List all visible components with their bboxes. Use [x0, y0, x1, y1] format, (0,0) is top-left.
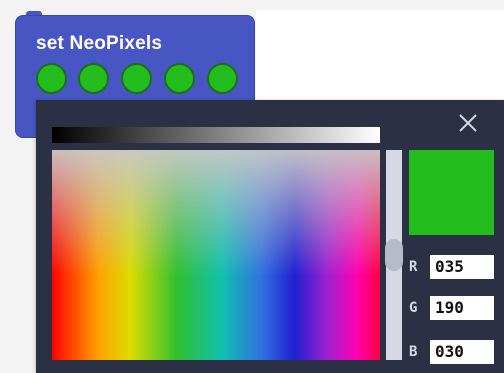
neopixel-swatch-5[interactable]	[207, 63, 238, 94]
blue-label: B	[409, 344, 418, 360]
blue-input[interactable]: 030	[430, 340, 494, 364]
color-spectrum-field[interactable]	[52, 150, 380, 360]
grayscale-strip[interactable]	[52, 127, 380, 143]
color-picker-panel: R 035 G 190 B 030	[36, 100, 504, 373]
brightness-slider-thumb[interactable]	[385, 239, 403, 271]
neopixel-swatch-4[interactable]	[164, 63, 195, 94]
block-title: set NeoPixels	[36, 33, 163, 54]
red-input[interactable]: 035	[430, 255, 494, 279]
neopixel-swatch-2[interactable]	[78, 63, 109, 94]
green-label: G	[409, 300, 418, 316]
red-label: R	[409, 259, 418, 275]
neopixel-swatch-1[interactable]	[36, 63, 67, 94]
close-icon	[459, 114, 477, 132]
close-button[interactable]	[455, 110, 481, 136]
neopixel-swatch-3[interactable]	[121, 63, 152, 94]
green-input[interactable]: 190	[430, 296, 494, 320]
selected-color-preview	[409, 150, 494, 235]
